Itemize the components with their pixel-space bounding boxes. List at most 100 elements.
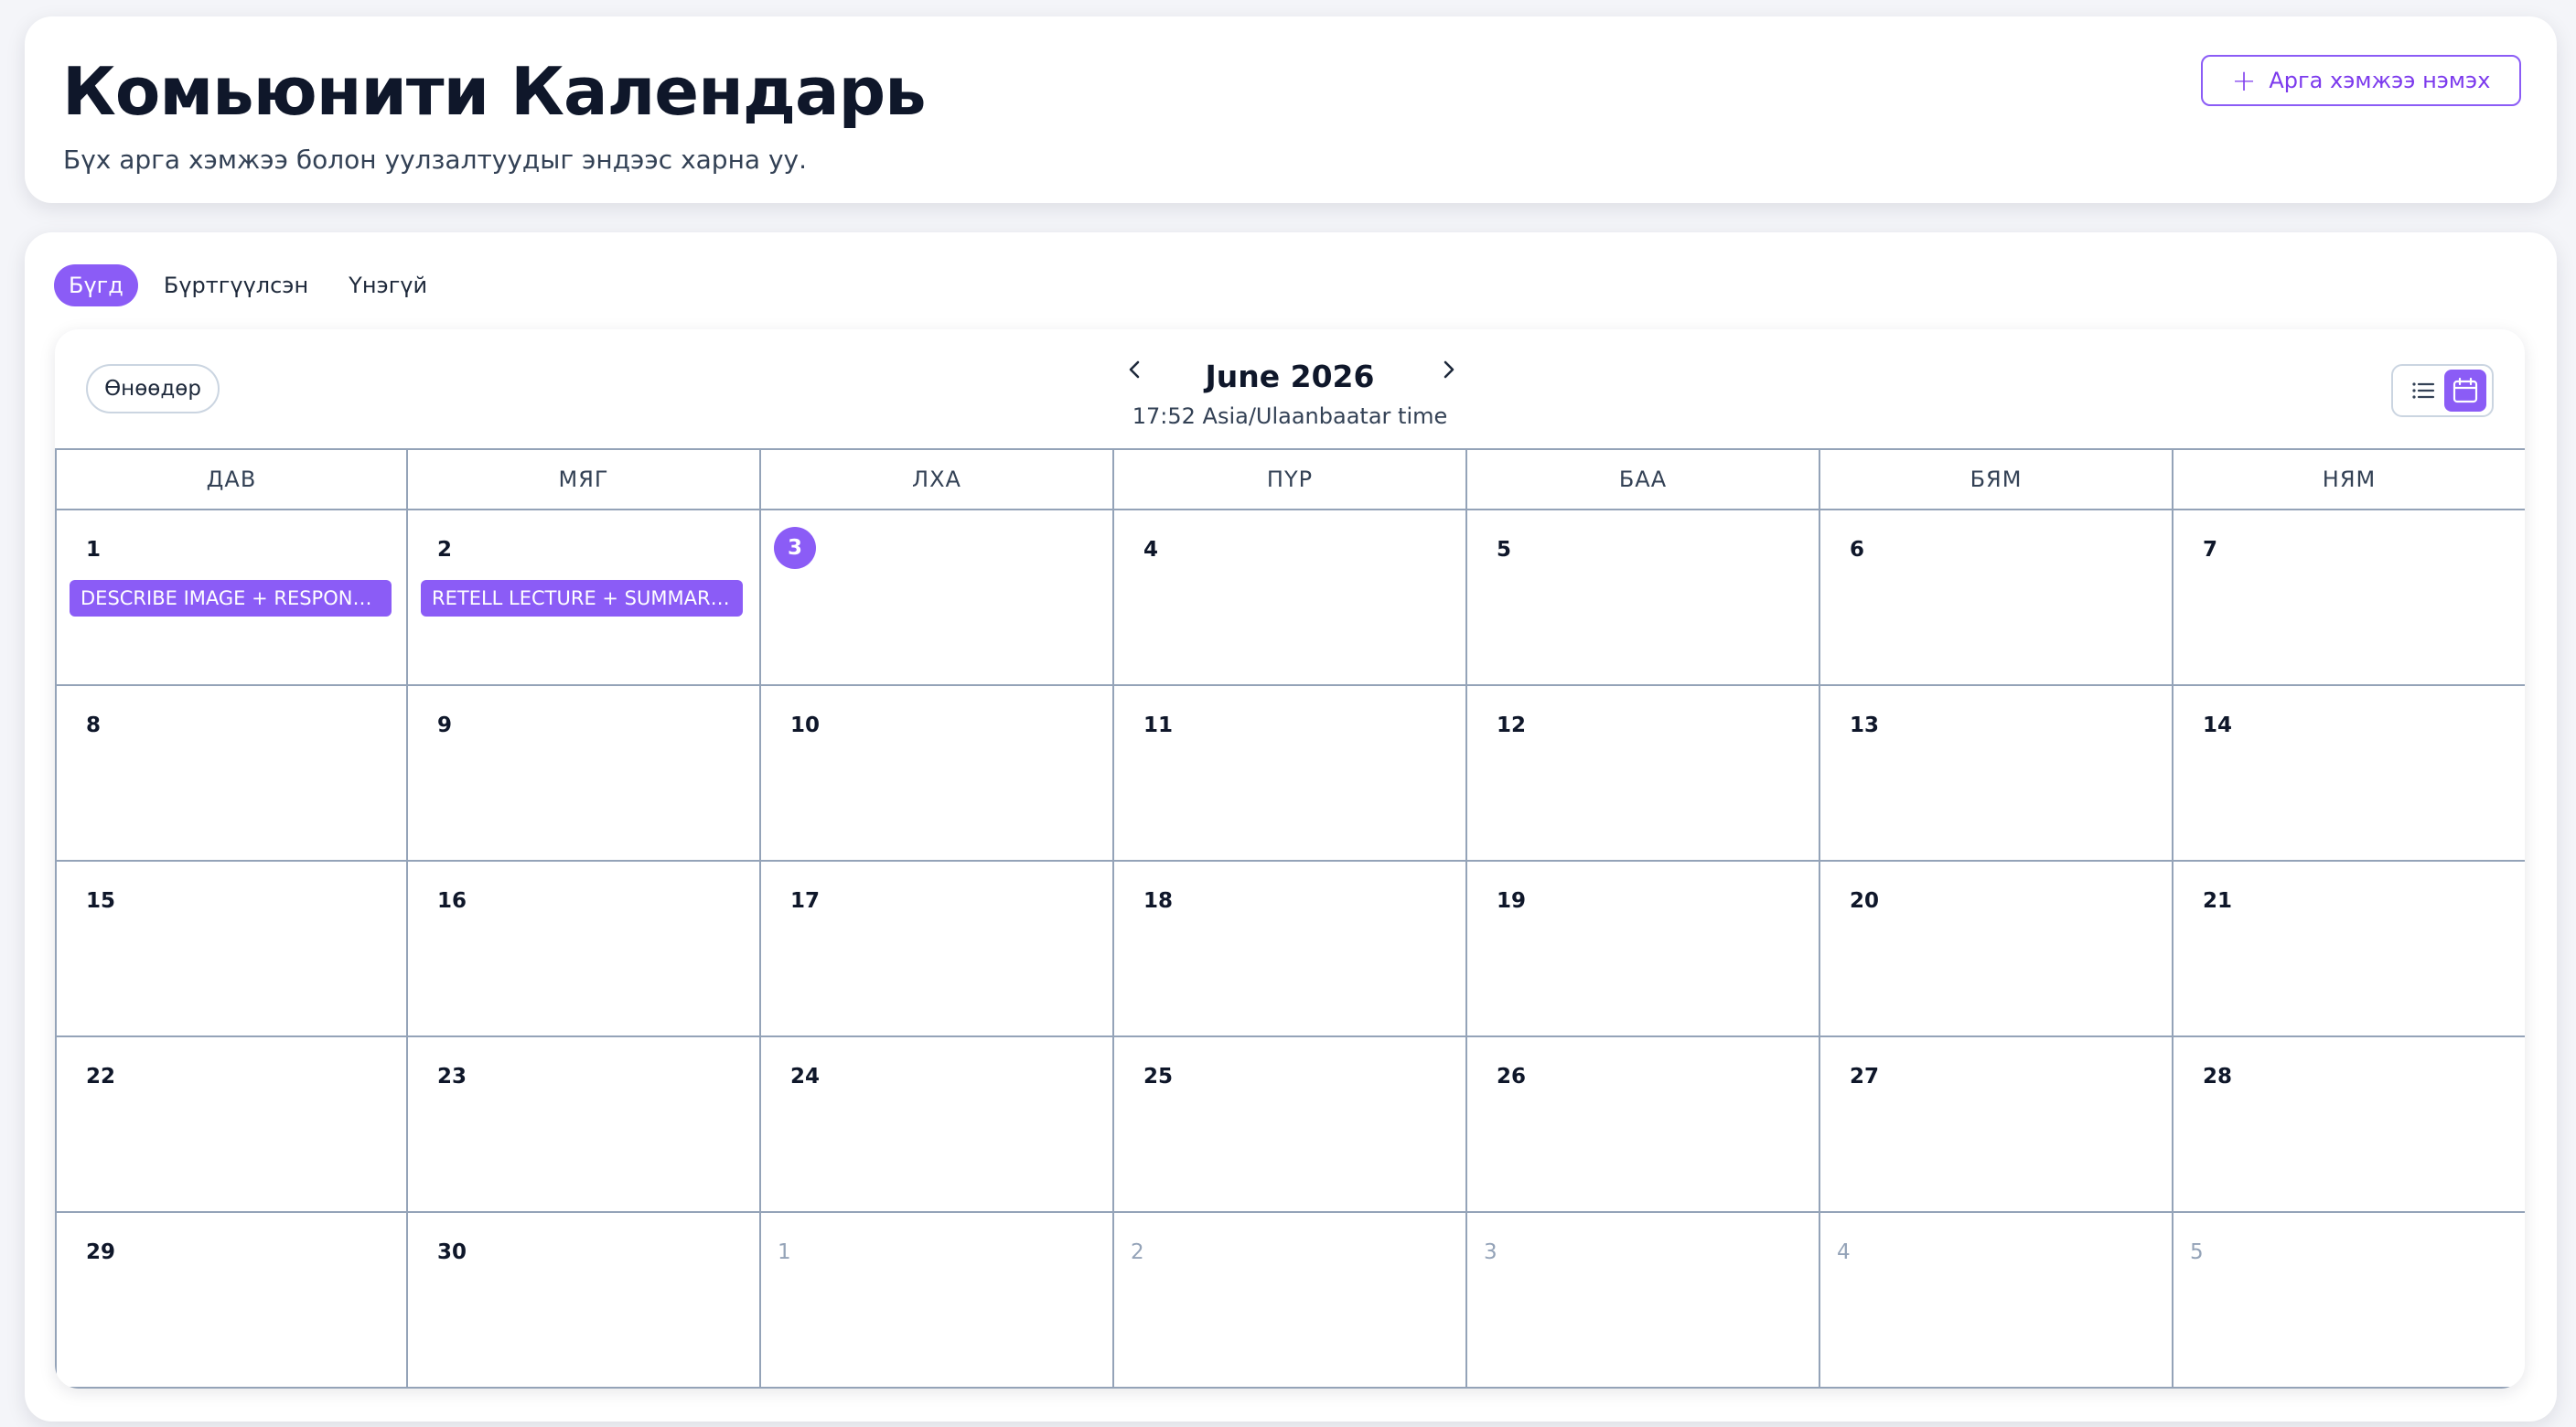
day-number: 19 bbox=[1497, 889, 1527, 913]
day-number: 26 bbox=[1497, 1065, 1527, 1089]
event-title: RETELL LECTURE + SUMMARI... bbox=[432, 587, 732, 609]
day-number: 6 bbox=[1850, 538, 1865, 562]
day-cell[interactable]: 22 bbox=[55, 1037, 408, 1213]
day-number: 3 bbox=[1484, 1240, 1497, 1264]
add-event-button[interactable]: + Арга хэмжээ нэмэх bbox=[2201, 55, 2521, 106]
day-number: 23 bbox=[437, 1065, 467, 1089]
day-cell[interactable]: 2 RETELL LECTURE + SUMMARI... bbox=[408, 510, 761, 686]
day-cell[interactable]: 25 bbox=[1114, 1037, 1467, 1213]
day-number: 29 bbox=[86, 1240, 116, 1264]
calendar-grid: ДАВ МЯГ ЛХА ПҮР БАА БЯМ НЯМ 1 DESCRIBE IMAGE + R… bbox=[55, 448, 2525, 1389]
day-cell[interactable]: 30 bbox=[408, 1213, 761, 1389]
day-number: 1 bbox=[778, 1240, 791, 1264]
weekday-header: ПҮР bbox=[1114, 450, 1467, 510]
filter-tab-all[interactable]: Бүгд bbox=[54, 264, 138, 306]
page-title: Комьюнити Календарь bbox=[62, 53, 927, 130]
day-number: 28 bbox=[2203, 1065, 2233, 1089]
day-number: 20 bbox=[1850, 889, 1880, 913]
day-number: 4 bbox=[1837, 1240, 1851, 1264]
add-event-label: Арга хэмжээ нэмэх bbox=[2269, 68, 2491, 93]
day-number: 2 bbox=[437, 538, 453, 562]
month-nav: June 2026 17:52 Asia/Ulaanbaatar time bbox=[55, 359, 2525, 429]
day-number: 16 bbox=[437, 889, 467, 913]
day-number: 5 bbox=[1497, 538, 1512, 562]
list-icon bbox=[2412, 382, 2435, 399]
page-subtitle: Бүх арга хэмжээ болон уулзалтуудыг эндээ… bbox=[63, 145, 807, 175]
day-number: 22 bbox=[86, 1065, 116, 1089]
day-cell[interactable]: 13 bbox=[1820, 686, 2174, 862]
weekday-header: МЯГ bbox=[408, 450, 761, 510]
chevron-right-icon[interactable] bbox=[1432, 353, 1465, 386]
calendar-panel: Өнөөдөр June 2026 17:52 Asia/Ulaanbaatar… bbox=[55, 329, 2525, 1389]
day-number: 27 bbox=[1850, 1065, 1880, 1089]
list-view-button[interactable] bbox=[2402, 370, 2444, 412]
day-cell[interactable]: 12 bbox=[1467, 686, 1820, 862]
filter-tab-free[interactable]: Үнэгүй bbox=[334, 264, 442, 306]
day-number: 15 bbox=[86, 889, 116, 913]
day-number: 9 bbox=[437, 714, 453, 737]
day-cell[interactable]: 3 bbox=[1467, 1213, 1820, 1389]
day-cell[interactable]: 29 bbox=[55, 1213, 408, 1389]
weekday-header: НЯМ bbox=[2174, 450, 2525, 510]
day-cell[interactable]: 15 bbox=[55, 862, 408, 1037]
day-number: 7 bbox=[2203, 538, 2218, 562]
day-cell[interactable]: 2 bbox=[1114, 1213, 1467, 1389]
weekday-header: ЛХА bbox=[761, 450, 1114, 510]
day-cell[interactable]: 16 bbox=[408, 862, 761, 1037]
month-title: June 2026 bbox=[1205, 359, 1375, 394]
day-number: 2 bbox=[1131, 1240, 1144, 1264]
day-number: 13 bbox=[1850, 714, 1880, 737]
timezone-label: 17:52 Asia/Ulaanbaatar time bbox=[1132, 403, 1448, 429]
day-number: 11 bbox=[1143, 714, 1174, 737]
calendar-icon bbox=[2453, 377, 2478, 403]
day-cell[interactable]: 19 bbox=[1467, 862, 1820, 1037]
day-cell[interactable]: 4 bbox=[1820, 1213, 2174, 1389]
day-cell[interactable]: 7 bbox=[2174, 510, 2525, 686]
day-number: 14 bbox=[2203, 714, 2233, 737]
day-cell[interactable]: 14 bbox=[2174, 686, 2525, 862]
day-cell[interactable]: 21 bbox=[2174, 862, 2525, 1037]
day-cell[interactable]: 1 DESCRIBE IMAGE + RESPOND... bbox=[55, 510, 408, 686]
day-cell[interactable]: 27 bbox=[1820, 1037, 2174, 1213]
day-cell[interactable]: 18 bbox=[1114, 862, 1467, 1037]
weekday-header: БЯМ bbox=[1820, 450, 2174, 510]
day-number: 17 bbox=[790, 889, 821, 913]
day-number: 30 bbox=[437, 1240, 467, 1264]
day-cell[interactable]: 3 bbox=[761, 510, 1114, 686]
filter-tab-registered[interactable]: Бүртгүүлсэн bbox=[149, 264, 323, 306]
day-cell[interactable]: 1 bbox=[761, 1213, 1114, 1389]
weekday-header: ДАВ bbox=[55, 450, 408, 510]
day-cell[interactable]: 5 bbox=[2174, 1213, 2525, 1389]
day-number: 24 bbox=[790, 1065, 821, 1089]
day-number: 18 bbox=[1143, 889, 1174, 913]
chevron-left-icon[interactable] bbox=[1119, 353, 1152, 386]
day-cell[interactable]: 5 bbox=[1467, 510, 1820, 686]
day-number: 10 bbox=[790, 714, 821, 737]
header-card: Комьюнити Календарь Бүх арга хэмжээ боло… bbox=[25, 16, 2557, 203]
day-cell[interactable]: 4 bbox=[1114, 510, 1467, 686]
event-chip[interactable]: RETELL LECTURE + SUMMARI... bbox=[421, 580, 743, 617]
filter-tabs: Бүгд Бүртгүүлсэн Үнэгүй bbox=[54, 264, 442, 306]
day-number: 5 bbox=[2190, 1240, 2204, 1264]
calendar-card: Бүгд Бүртгүүлсэн Үнэгүй Өнөөдөр June 202… bbox=[25, 232, 2557, 1422]
day-number: 1 bbox=[86, 538, 102, 562]
day-cell[interactable]: 26 bbox=[1467, 1037, 1820, 1213]
event-chip[interactable]: DESCRIBE IMAGE + RESPOND... bbox=[70, 580, 392, 617]
day-cell[interactable]: 11 bbox=[1114, 686, 1467, 862]
day-cell[interactable]: 17 bbox=[761, 862, 1114, 1037]
day-number: 12 bbox=[1497, 714, 1527, 737]
day-number: 3 bbox=[774, 527, 816, 569]
day-cell[interactable]: 9 bbox=[408, 686, 761, 862]
day-number: 25 bbox=[1143, 1065, 1174, 1089]
day-cell[interactable]: 28 bbox=[2174, 1037, 2525, 1213]
day-cell[interactable]: 8 bbox=[55, 686, 408, 862]
calendar-view-button[interactable] bbox=[2444, 370, 2486, 412]
view-toggle bbox=[2391, 364, 2494, 417]
weekday-header: БАА bbox=[1467, 450, 1820, 510]
day-cell[interactable]: 10 bbox=[761, 686, 1114, 862]
day-cell[interactable]: 24 bbox=[761, 1037, 1114, 1213]
day-cell[interactable]: 23 bbox=[408, 1037, 761, 1213]
day-number: 4 bbox=[1143, 538, 1159, 562]
day-cell[interactable]: 20 bbox=[1820, 862, 2174, 1037]
day-cell[interactable]: 6 bbox=[1820, 510, 2174, 686]
